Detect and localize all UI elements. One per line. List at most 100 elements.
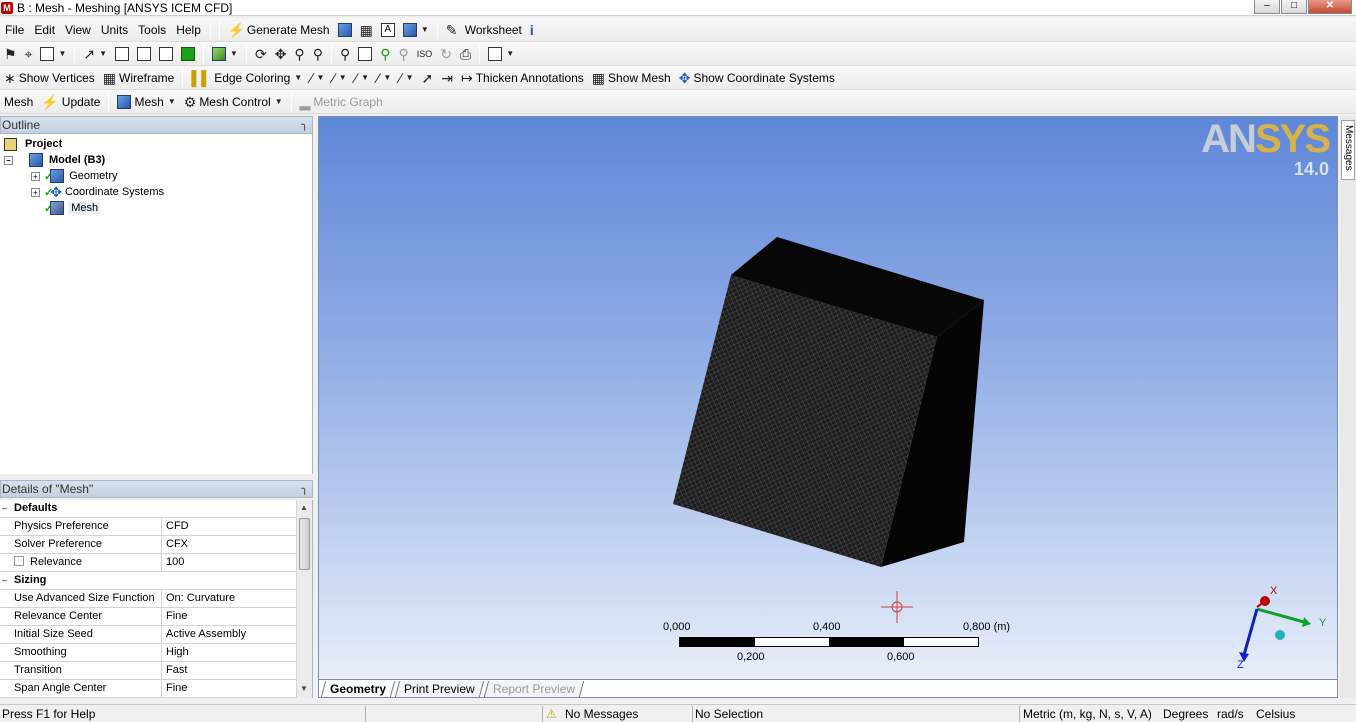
rotate-button[interactable]: ⟳ <box>251 43 271 65</box>
property-value[interactable]: High <box>162 644 296 661</box>
previous-view-button[interactable]: ⚲ <box>376 43 394 65</box>
select-face-button[interactable] <box>155 43 177 65</box>
zoom-to-fit-button[interactable]: ⚲ <box>336 43 354 65</box>
property-value[interactable]: On: Curvature <box>162 590 296 607</box>
status-units[interactable]: Metric (m, kg, N, s, V, A) <box>1023 706 1152 722</box>
new-section-button[interactable]: ▼ <box>36 43 70 65</box>
tree-node-coordinate-systems[interactable]: + ✓ ✥ Coordinate Systems <box>31 184 164 200</box>
probe-button[interactable]: ➚ <box>418 67 438 89</box>
details-row[interactable]: Span Angle Center Fine <box>0 680 296 698</box>
tab-report-preview[interactable]: Report Preview <box>483 681 584 697</box>
details-row[interactable]: Smoothing High <box>0 644 296 662</box>
edge-style-4-button[interactable]: ∕ ▼ <box>373 67 395 89</box>
parameter-checkbox[interactable] <box>14 556 24 566</box>
select-vertex-button[interactable] <box>111 43 133 65</box>
viewport-layout-button[interactable]: ▼ <box>484 43 518 65</box>
edge-style-2-button[interactable]: ∕ ▼ <box>328 67 350 89</box>
tab-print-preview[interactable]: Print Preview <box>394 681 484 697</box>
pan-button[interactable]: ✥ <box>271 43 291 65</box>
menu-units[interactable]: Units <box>96 19 133 41</box>
edge-style-1-button[interactable]: ∕ ▼ <box>306 67 328 89</box>
tree-node-geometry[interactable]: + ✓ Geometry <box>31 168 118 184</box>
status-angle-units[interactable]: Degrees <box>1163 706 1208 722</box>
close-button[interactable]: ✕ <box>1308 0 1352 14</box>
display-button[interactable]: ⎙ <box>456 43 475 65</box>
details-row[interactable]: Use Advanced Size Function On: Curvature <box>0 590 296 608</box>
edge-style-5-button[interactable]: ∕ ▼ <box>395 67 417 89</box>
scroll-thumb[interactable] <box>299 518 310 570</box>
mesh-dropdown-button[interactable]: Mesh ▼ <box>113 91 179 113</box>
status-messages[interactable]: No Messages <box>565 706 638 722</box>
property-value[interactable]: Fine <box>162 608 296 625</box>
details-row[interactable]: Initial Size Seed Active Assembly <box>0 626 296 644</box>
pin-icon[interactable]: ╮ <box>301 117 308 133</box>
tag-button[interactable]: ⚑ <box>0 43 21 65</box>
property-value[interactable]: Active Assembly <box>162 626 296 643</box>
set-view-button[interactable]: ↻ <box>436 43 456 65</box>
menu-file[interactable]: File <box>0 19 29 41</box>
property-value[interactable]: 100 <box>162 554 296 571</box>
thicken-annotations-button[interactable]: ↦ Thicken Annotations <box>457 67 588 89</box>
wireframe-button[interactable]: ▦ Wireframe <box>99 67 179 89</box>
menu-help[interactable]: Help <box>171 19 206 41</box>
pin-icon[interactable]: ╮ <box>301 481 308 497</box>
details-row[interactable]: Relevance Center Fine <box>0 608 296 626</box>
collapse-icon[interactable]: – <box>2 576 7 585</box>
property-value[interactable]: CFX <box>162 536 296 553</box>
menu-edit[interactable]: Edit <box>29 19 60 41</box>
details-group-defaults[interactable]: – Defaults <box>0 500 296 518</box>
select-mode-button[interactable]: ↗ ▼ <box>79 43 111 65</box>
show-vertices-button[interactable]: ∗ Show Vertices <box>0 67 99 89</box>
mesh-control-dropdown-button[interactable]: ⚙ Mesh Control ▼ <box>180 91 287 113</box>
maximize-button[interactable]: □ <box>1281 0 1307 14</box>
collapse-icon[interactable]: – <box>4 155 13 165</box>
tree-node-mesh[interactable]: ✓ Mesh <box>44 200 101 216</box>
menu-tools[interactable]: Tools <box>133 19 171 41</box>
thin-annotations-button[interactable]: ⇥ <box>437 67 457 89</box>
tab-geometry[interactable]: Geometry <box>320 681 396 697</box>
metric-graph-button[interactable]: ▂ Metric Graph <box>296 91 387 113</box>
isometric-view-button[interactable]: ISO <box>413 43 437 65</box>
generate-mesh-button[interactable]: ⚡ Generate Mesh <box>224 19 334 41</box>
update-button[interactable]: ⚡ Update <box>37 91 104 113</box>
details-row[interactable]: Relevance 100 <box>0 554 296 572</box>
scroll-up-icon[interactable]: ▲ <box>300 503 308 512</box>
label-button[interactable]: A <box>377 19 399 41</box>
collapse-icon[interactable]: – <box>2 504 7 513</box>
messages-tab[interactable]: Messages <box>1341 120 1355 180</box>
graphics-viewport[interactable]: ANSYS 14.0 X Y Z 0,000 0,400 0,800 (m) 0… <box>318 116 1338 680</box>
tree-node-model[interactable]: – Model (B3) <box>4 152 105 168</box>
edge-style-3-button[interactable]: ∕ ▼ <box>351 67 373 89</box>
select-edge-button[interactable] <box>133 43 155 65</box>
property-value[interactable]: Fast <box>162 662 296 679</box>
expand-icon[interactable]: + <box>31 171 40 181</box>
text-annotation-button[interactable]: ▦ <box>356 19 377 41</box>
scroll-down-icon[interactable]: ▼ <box>300 684 308 693</box>
select-body-button[interactable] <box>177 43 199 65</box>
mesh-preview-button[interactable] <box>334 19 356 41</box>
details-row[interactable]: Transition Fast <box>0 662 296 680</box>
image-dropdown-button[interactable]: ▼ <box>399 19 433 41</box>
property-value[interactable]: Fine <box>162 680 296 697</box>
details-row[interactable]: Physics Preference CFD <box>0 518 296 536</box>
expand-icon[interactable]: + <box>31 187 40 197</box>
extend-selection-button[interactable]: ▼ <box>208 43 242 65</box>
info-button[interactable]: i <box>526 19 538 41</box>
details-scrollbar[interactable]: ▲ ▼ <box>296 500 312 698</box>
details-group-sizing[interactable]: – Sizing <box>0 572 296 590</box>
next-view-button[interactable]: ⚲ <box>394 43 412 65</box>
show-coordinate-systems-button[interactable]: ✥ Show Coordinate Systems <box>675 67 839 89</box>
worksheet-button[interactable]: ✎ Worksheet <box>442 19 526 41</box>
coordinate-button[interactable]: ⌖ <box>21 43 37 65</box>
edge-coloring-button[interactable]: ▌▌ Edge Coloring ▼ <box>187 67 306 89</box>
magnifier-button[interactable] <box>354 43 376 65</box>
property-value[interactable]: CFD <box>162 518 296 535</box>
tree-node-project[interactable]: Project <box>4 136 62 152</box>
show-mesh-button[interactable]: ▦ Show Mesh <box>588 67 675 89</box>
minimize-button[interactable]: – <box>1254 0 1280 14</box>
box-zoom-button[interactable]: ⚲ <box>309 43 327 65</box>
menu-view[interactable]: View <box>60 19 96 41</box>
details-row[interactable]: Solver Preference CFX <box>0 536 296 554</box>
status-temperature-units[interactable]: Celsius <box>1256 706 1295 722</box>
status-angular-velocity-units[interactable]: rad/s <box>1217 706 1244 722</box>
